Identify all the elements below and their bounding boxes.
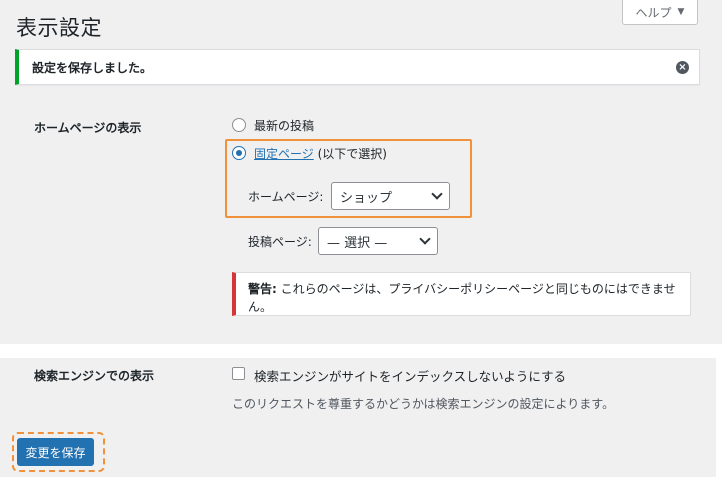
- caret-down-icon: ▼: [677, 7, 685, 17]
- posts-select-value: — 選択 —: [327, 235, 388, 251]
- static-page-link[interactable]: 固定ページ: [254, 147, 314, 161]
- static-page-radio[interactable]: [232, 146, 246, 160]
- static-page-suffix: (以下で選択): [317, 147, 387, 161]
- discourage-search-label: 検索エンジンがサイトをインデックスしないようにする: [254, 369, 567, 384]
- homepage-display-label: ホームページの表示: [34, 121, 142, 135]
- warning-text: これらのページは、プライバシーポリシーページと同じものにはできません。: [248, 282, 676, 314]
- latest-posts-label: 最新の投稿: [254, 119, 315, 133]
- posts-select-label: 投稿ページ:: [248, 235, 312, 249]
- search-engine-description: このリクエストを尊重するかどうかは検索エンジンの設定によります。: [232, 397, 615, 411]
- help-tab-label: ヘルプ: [635, 5, 672, 20]
- save-changes-button[interactable]: 変更を保存: [17, 438, 94, 466]
- success-notice: 設定を保存しました。 ×: [15, 49, 700, 85]
- homepage-select[interactable]: ショップ: [331, 182, 450, 210]
- warning-prefix: 警告:: [248, 282, 277, 296]
- static-page-option: 固定ページ (以下で選択): [254, 145, 387, 162]
- discourage-search-checkbox[interactable]: [232, 367, 245, 380]
- page-title: 表示設定: [16, 16, 102, 40]
- homepage-select-value: ショップ: [340, 190, 393, 206]
- search-engine-label: 検索エンジンでの表示: [34, 369, 155, 383]
- homepage-select-label: ホームページ:: [248, 190, 324, 204]
- latest-posts-radio[interactable]: [232, 118, 246, 132]
- notice-message: 設定を保存しました。: [32, 60, 153, 75]
- chevron-down-icon: [431, 188, 443, 200]
- posts-page-select[interactable]: — 選択 —: [318, 227, 438, 255]
- close-circle-icon[interactable]: ×: [676, 61, 689, 74]
- warning-notice: 警告: これらのページは、プライバシーポリシーページと同じものにはできません。: [232, 272, 691, 316]
- help-tab-button[interactable]: ヘルプ ▼: [622, 0, 698, 25]
- chevron-down-icon: [419, 233, 431, 245]
